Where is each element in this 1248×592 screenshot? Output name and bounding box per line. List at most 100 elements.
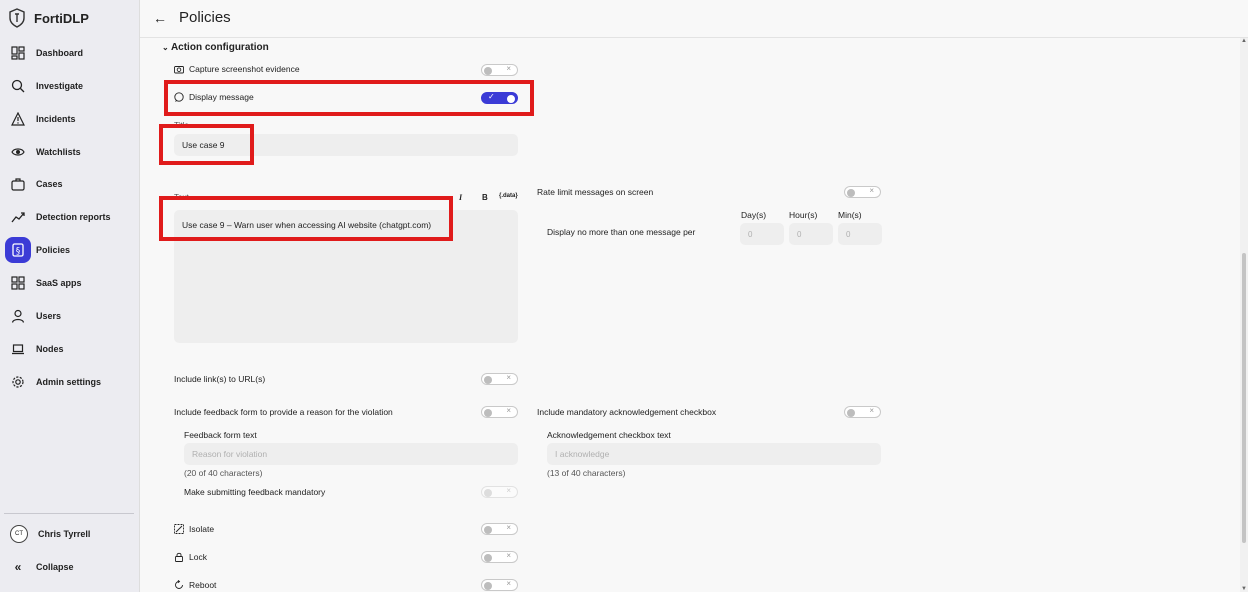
scroll-down-icon[interactable]: ▼ [1241, 586, 1247, 592]
nav-label: Cases [36, 179, 63, 189]
ack-checkbox-toggle[interactable]: × [844, 406, 881, 418]
feedback-text-input[interactable]: Reason for violation [184, 443, 518, 465]
reboot-toggle[interactable]: × [481, 579, 518, 591]
user-profile[interactable]: CT Chris Tyrrell [4, 520, 134, 548]
display-no-more-label: Display no more than one message per [547, 227, 696, 237]
apps-icon [10, 275, 26, 291]
trend-icon [10, 209, 26, 225]
nav-label: SaaS apps [36, 278, 82, 288]
toggle-knob [847, 408, 855, 417]
include-links-label: Include link(s) to URL(s) [174, 374, 266, 384]
nav-label: Policies [36, 245, 71, 255]
page-header: ← Policies [140, 0, 1248, 38]
highlight-box-text [159, 196, 453, 241]
ack-char-count: (13 of 40 characters) [547, 468, 626, 478]
x-icon: × [506, 523, 511, 532]
camera-icon [174, 66, 184, 74]
toggle-knob [484, 488, 492, 497]
capture-label: Capture screenshot evidence [189, 64, 300, 74]
nav-label: Detection reports [36, 212, 111, 222]
x-icon: × [506, 64, 511, 73]
briefcase-icon [10, 176, 26, 192]
chevron-down-icon: ⌄ [162, 43, 171, 52]
nav-label: Users [36, 311, 62, 321]
italic-button[interactable]: I [459, 193, 462, 202]
brand-name: FortiDLP [34, 10, 89, 26]
scroll-thumb[interactable] [1242, 253, 1246, 543]
gear-icon [10, 374, 26, 390]
page-title: Policies [179, 9, 231, 26]
user-icon [10, 308, 26, 324]
hours-input[interactable]: 0 [789, 223, 833, 245]
capture-screenshot-row: Capture screenshot evidence [174, 64, 300, 74]
feedback-form-label: Include feedback form to provide a reaso… [174, 407, 393, 417]
vertical-scrollbar[interactable]: ▲ ▼ [1240, 38, 1248, 592]
nav-saas-apps[interactable]: SaaS apps [4, 269, 134, 297]
nav-watchlists[interactable]: Watchlists [4, 138, 134, 166]
x-icon: × [506, 406, 511, 415]
days-header: Day(s) [741, 210, 767, 220]
mins-input[interactable]: 0 [838, 223, 882, 245]
isolate-toggle[interactable]: × [481, 523, 518, 535]
avatar: CT [10, 525, 28, 543]
isolate-icon [174, 524, 184, 534]
nav-label: Investigate [36, 81, 84, 91]
nav-detection-reports[interactable]: Detection reports [4, 203, 134, 231]
warning-icon [10, 111, 26, 127]
feedback-mandatory-toggle[interactable]: × [481, 486, 518, 498]
rate-limit-toggle[interactable]: × [844, 186, 881, 198]
ack-checkbox-label: Include mandatory acknowledgement checkb… [537, 407, 717, 417]
sidebar-divider [4, 513, 134, 514]
main-content: ⌄ Action configuration Capture screensho… [140, 38, 1240, 592]
include-links-toggle[interactable]: × [481, 373, 518, 385]
isolate-row: Isolate [174, 524, 214, 534]
bold-button[interactable]: B [482, 193, 488, 202]
nav-policies[interactable]: § Policies [4, 236, 134, 264]
collapse-button[interactable]: « Collapse [4, 553, 134, 581]
ack-text-label: Acknowledgement checkbox text [547, 430, 671, 440]
lock-icon [175, 552, 183, 562]
x-icon: × [506, 579, 511, 588]
eye-icon [10, 144, 26, 160]
sidebar: FortiDLP Dashboard Investigate Incidents… [0, 0, 140, 592]
brand: FortiDLP [8, 8, 89, 28]
scroll-up-icon[interactable]: ▲ [1241, 38, 1247, 44]
reboot-icon [175, 580, 183, 589]
isolate-label: Isolate [189, 524, 215, 534]
search-icon [10, 78, 26, 94]
shield-logo-icon [9, 8, 25, 28]
feedback-form-toggle[interactable]: × [481, 406, 518, 418]
collapse-label: Collapse [36, 562, 74, 572]
section-title: Action configuration [170, 42, 269, 53]
nav-label: Watchlists [36, 147, 81, 157]
days-input[interactable]: 0 [740, 223, 784, 245]
toggle-knob [484, 525, 492, 534]
capture-toggle[interactable]: × [481, 64, 518, 76]
nav-dashboard[interactable]: Dashboard [4, 39, 134, 67]
nav-users[interactable]: Users [4, 302, 134, 330]
nav-cases[interactable]: Cases [4, 170, 134, 198]
toggle-knob [484, 408, 492, 417]
nav-admin-settings[interactable]: Admin settings [4, 368, 134, 396]
feedback-text-label: Feedback form text [184, 430, 257, 440]
toggle-knob [847, 188, 855, 197]
x-icon: × [506, 373, 511, 382]
ack-text-input[interactable]: I acknowledge [547, 443, 881, 465]
section-header[interactable]: ⌄ Action configuration [162, 42, 269, 53]
reboot-label: Reboot [189, 580, 217, 590]
back-arrow-icon[interactable]: ← [153, 10, 167, 26]
lock-toggle[interactable]: × [481, 551, 518, 563]
toggle-knob [484, 66, 492, 75]
reboot-row: Reboot [174, 580, 216, 590]
laptop-icon [10, 341, 26, 357]
lock-label: Lock [189, 552, 207, 562]
nav-label: Nodes [36, 344, 64, 354]
feedback-char-count: (20 of 40 characters) [184, 468, 263, 478]
toggle-knob [484, 553, 492, 562]
nav-nodes[interactable]: Nodes [4, 335, 134, 363]
data-insert-button[interactable]: {.data} [499, 193, 518, 199]
highlight-box-display-message [164, 80, 534, 116]
nav-investigate[interactable]: Investigate [4, 72, 134, 100]
mins-header: Min(s) [838, 210, 862, 220]
nav-incidents[interactable]: Incidents [4, 105, 134, 133]
